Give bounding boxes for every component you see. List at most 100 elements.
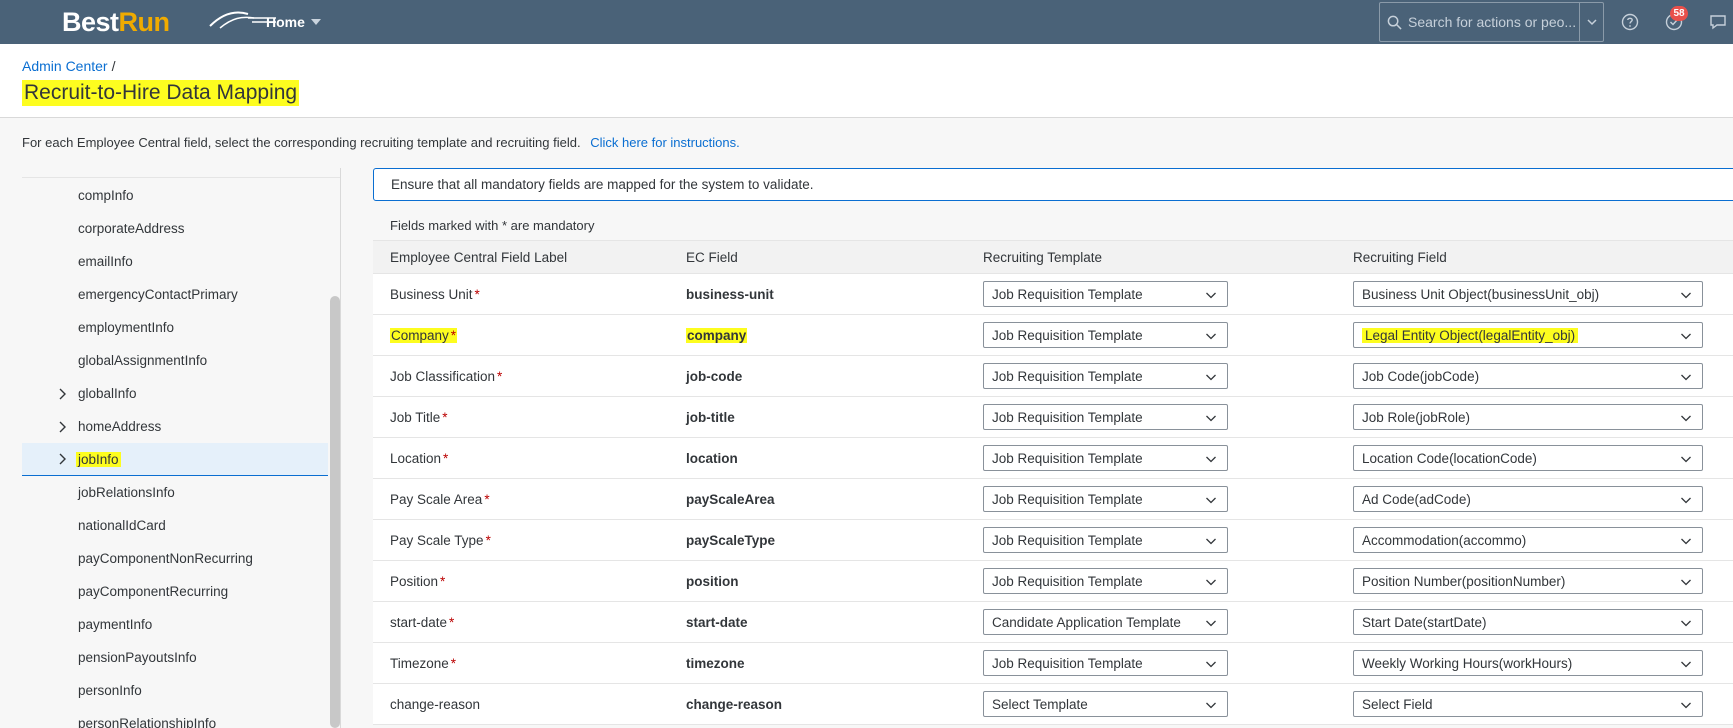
chevron-down-icon	[1680, 289, 1692, 301]
recruiting-template-select[interactable]: Job Requisition Template	[983, 568, 1228, 594]
tree-item-label: emailInfo	[78, 254, 133, 269]
ec-field-name: position	[686, 573, 739, 589]
tree-item[interactable]: corporateAddress	[22, 212, 328, 245]
global-search[interactable]	[1379, 2, 1604, 42]
search-scope-dropdown[interactable]	[1579, 3, 1603, 41]
tree-item[interactable]: globalAssignmentInfo	[22, 344, 328, 377]
ec-field-label-wrap: change-reason	[390, 697, 480, 712]
recruiting-template-select[interactable]: Job Requisition Template	[983, 363, 1228, 389]
recruiting-template-select[interactable]: Job Requisition Template	[983, 404, 1228, 430]
recruiting-field-select[interactable]: Business Unit Object(businessUnit_obj)	[1353, 281, 1703, 307]
recruiting-template-cell: Job Requisition Template	[983, 479, 1228, 519]
tree-item[interactable]: employmentInfo	[22, 311, 328, 344]
ec-field-label: Timezone	[390, 655, 449, 671]
recruiting-template-select[interactable]: Candidate Application Template	[983, 609, 1228, 635]
chevron-right-icon[interactable]	[56, 421, 68, 433]
chevron-right-icon[interactable]	[56, 388, 68, 400]
ec-field-label: Position	[390, 573, 439, 589]
chevron-down-icon	[1205, 699, 1217, 711]
tree-item[interactable]: nationalIdCard	[22, 509, 328, 542]
recruiting-template-select[interactable]: Job Requisition Template	[983, 322, 1228, 348]
feedback-icon[interactable]	[1708, 12, 1728, 32]
chevron-right-icon[interactable]	[56, 453, 68, 465]
tree-item[interactable]: payComponentRecurring	[22, 575, 328, 608]
tree-item-label: compInfo	[78, 188, 134, 203]
tree-item[interactable]: paymentInfo	[22, 608, 328, 641]
ec-field-label: Company	[391, 327, 449, 343]
tree-item[interactable]: emergencyContactPrimary	[22, 278, 328, 311]
ec-field-label-wrap: start-date *	[390, 615, 454, 630]
recruiting-template-select[interactable]: Job Requisition Template	[983, 486, 1228, 512]
instructions-text: For each Employee Central field, select …	[22, 135, 581, 150]
recruiting-template-select[interactable]: Job Requisition Template	[983, 445, 1228, 471]
tree-item[interactable]: personInfo	[22, 674, 328, 707]
help-icon[interactable]	[1620, 12, 1640, 32]
tree-item[interactable]: personRelationshipInfo	[22, 707, 328, 728]
recruiting-field-select[interactable]: Weekly Working Hours(workHours)	[1353, 650, 1703, 676]
ec-field-cell: job-code	[686, 356, 742, 396]
mapping-table: Employee Central Field Label EC Field Re…	[373, 240, 1733, 725]
tree-item[interactable]: compInfo	[22, 179, 328, 212]
ec-field-name: change-reason	[686, 696, 783, 712]
ec-field-label-cell: Business Unit *	[390, 274, 480, 314]
ec-field-label: Pay Scale Type	[390, 532, 484, 548]
recruiting-field-select[interactable]: Location Code(locationCode)	[1353, 445, 1703, 471]
recruiting-field-select[interactable]: Job Role(jobRole)	[1353, 404, 1703, 430]
ec-field-label: Job Title	[390, 409, 441, 425]
recruiting-field-value: Ad Code(adCode)	[1362, 491, 1471, 507]
chevron-down-icon	[1586, 19, 1597, 26]
chevron-down-icon	[1680, 617, 1692, 629]
recruiting-field-cell: Start Date(startDate)	[1353, 602, 1703, 642]
recruiting-field-select[interactable]: Ad Code(adCode)	[1353, 486, 1703, 512]
recruiting-template-select[interactable]: Job Requisition Template	[983, 281, 1228, 307]
ec-field-cell: change-reason	[686, 684, 782, 724]
recruiting-field-value: Position Number(positionNumber)	[1362, 573, 1566, 589]
pane-splitter[interactable]	[340, 168, 341, 728]
recruiting-field-value: Start Date(startDate)	[1362, 614, 1487, 630]
ec-field-cell: payScaleType	[686, 520, 775, 560]
ec-field-name: location	[686, 450, 738, 466]
recruiting-field-select[interactable]: Select Field	[1353, 691, 1703, 717]
tree-item[interactable]: jobRelationsInfo	[22, 476, 328, 509]
recruiting-field-select[interactable]: Position Number(positionNumber)	[1353, 568, 1703, 594]
search-input[interactable]	[1408, 14, 1579, 30]
recruiting-field-value: Location Code(locationCode)	[1362, 450, 1537, 466]
required-asterisk: *	[442, 409, 448, 425]
logo-swoosh-icon	[209, 11, 276, 29]
ec-field-name: business-unit	[686, 286, 774, 302]
tree-item[interactable]: pensionPayoutsInfo	[22, 641, 328, 674]
ec-field-label-cell: Job Classification *	[390, 356, 502, 396]
recruiting-template-cell: Job Requisition Template	[983, 561, 1228, 601]
recruiting-template-select[interactable]: Job Requisition Template	[983, 650, 1228, 676]
tree-scrollbar[interactable]	[330, 296, 340, 728]
ec-field-label-cell: Company *	[390, 315, 458, 355]
recruiting-field-select[interactable]: Accommodation(accommo)	[1353, 527, 1703, 553]
instructions-link[interactable]: Click here for instructions.	[590, 135, 740, 150]
recruiting-field-select[interactable]: Job Code(jobCode)	[1353, 363, 1703, 389]
home-menu-button[interactable]: Home	[266, 0, 321, 44]
recruiting-field-cell: Select Field	[1353, 684, 1703, 724]
recruiting-template-value: Candidate Application Template	[992, 614, 1181, 630]
tree-item[interactable]: emailInfo	[22, 245, 328, 278]
chevron-down-icon	[1680, 535, 1692, 547]
tree-item[interactable]: globalInfo	[22, 377, 328, 410]
recruiting-field-cell: Position Number(positionNumber)	[1353, 561, 1703, 601]
tree-item-label: emergencyContactPrimary	[78, 287, 238, 302]
tree-item[interactable]: payComponentNonRecurring	[22, 542, 328, 575]
search-icon[interactable]	[1380, 15, 1408, 30]
breadcrumb-link-admin-center[interactable]: Admin Center	[22, 58, 108, 74]
tree-item[interactable]: homeAddress	[22, 410, 328, 443]
recruiting-template-cell: Candidate Application Template	[983, 602, 1228, 642]
bestrun-logo[interactable]: Best Run	[62, 6, 276, 38]
tree-item[interactable]: jobInfo	[22, 443, 328, 476]
recruiting-template-select[interactable]: Select Template	[983, 691, 1228, 717]
recruiting-template-cell: Job Requisition Template	[983, 274, 1228, 314]
tree-item-label: corporateAddress	[78, 221, 185, 236]
recruiting-field-select[interactable]: Start Date(startDate)	[1353, 609, 1703, 635]
recruiting-field-select[interactable]: Legal Entity Object(legalEntity_obj)	[1353, 322, 1703, 348]
tree-item-label: personInfo	[78, 683, 142, 698]
chevron-down-icon	[1680, 699, 1692, 711]
recruiting-template-select[interactable]: Job Requisition Template	[983, 527, 1228, 553]
ec-field-label: Job Classification	[390, 368, 496, 384]
required-asterisk: *	[450, 655, 457, 671]
